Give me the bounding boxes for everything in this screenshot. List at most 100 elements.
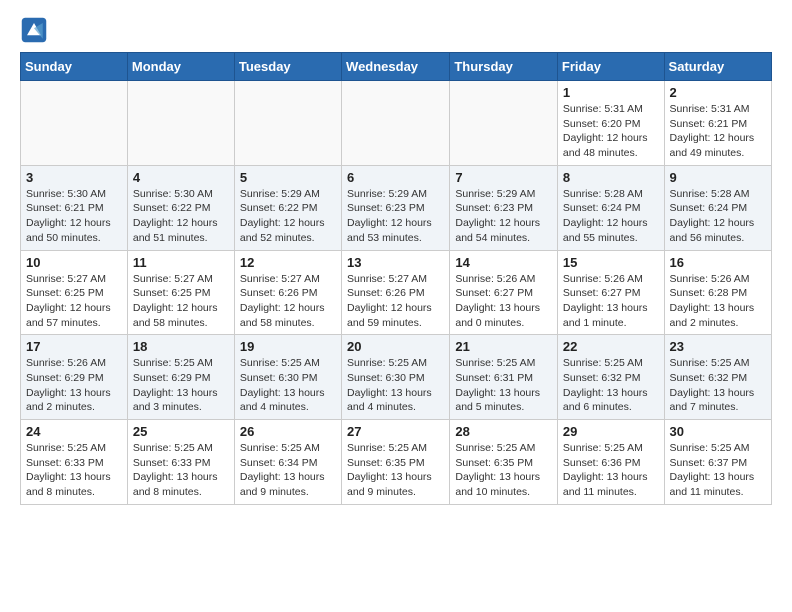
day-number: 22 (563, 339, 659, 354)
day-number: 11 (133, 255, 229, 270)
day-number: 6 (347, 170, 444, 185)
day-number: 27 (347, 424, 444, 439)
calendar-cell: 17 Sunrise: 5:26 AM Sunset: 6:29 PM Dayli… (21, 335, 128, 420)
calendar-cell: 9 Sunrise: 5:28 AM Sunset: 6:24 PM Daylig… (664, 165, 771, 250)
calendar-cell: 3 Sunrise: 5:30 AM Sunset: 6:21 PM Daylig… (21, 165, 128, 250)
calendar-cell (127, 81, 234, 166)
day-number: 20 (347, 339, 444, 354)
day-number: 29 (563, 424, 659, 439)
day-number: 25 (133, 424, 229, 439)
calendar-cell: 21 Sunrise: 5:25 AM Sunset: 6:31 PM Dayli… (450, 335, 558, 420)
day-info: Sunrise: 5:25 AM Sunset: 6:33 PM Dayligh… (26, 441, 122, 500)
day-number: 28 (455, 424, 552, 439)
calendar-cell: 19Sunrise: 5:25 AM Sunset: 6:30 PM Dayli… (234, 335, 341, 420)
calendar-cell: 20 Sunrise: 5:25 AM Sunset: 6:30 PM Dayli… (342, 335, 450, 420)
calendar-cell (21, 81, 128, 166)
calendar-cell: 4 Sunrise: 5:30 AM Sunset: 6:22 PM Daylig… (127, 165, 234, 250)
day-info: Sunrise: 5:25 AM Sunset: 6:30 PM Dayligh… (240, 356, 336, 415)
calendar-cell: 8 Sunrise: 5:28 AM Sunset: 6:24 PM Daylig… (557, 165, 664, 250)
day-info: Sunrise: 5:25 AM Sunset: 6:37 PM Dayligh… (670, 441, 766, 500)
weekday-header-friday: Friday (557, 53, 664, 81)
day-number: 2 (670, 85, 766, 100)
day-number: 17 (26, 339, 122, 354)
calendar-cell: 14 Sunrise: 5:26 AM Sunset: 6:27 PM Dayli… (450, 250, 558, 335)
day-info: Sunrise: 5:25 AM Sunset: 6:35 PM Dayligh… (347, 441, 444, 500)
weekday-header-row: SundayMondayTuesdayWednesdayThursdayFrid… (21, 53, 772, 81)
calendar-cell: 2 Sunrise: 5:31 AM Sunset: 6:21 PM Daylig… (664, 81, 771, 166)
calendar-cell: 29 Sunrise: 5:25 AM Sunset: 6:36 PM Dayli… (557, 420, 664, 505)
day-info: Sunrise: 5:25 AM Sunset: 6:35 PM Dayligh… (455, 441, 552, 500)
calendar-cell: 6 Sunrise: 5:29 AM Sunset: 6:23 PM Daylig… (342, 165, 450, 250)
calendar-cell: 12 Sunrise: 5:27 AM Sunset: 6:26 PM Dayli… (234, 250, 341, 335)
calendar-cell: 28 Sunrise: 5:25 AM Sunset: 6:35 PM Dayli… (450, 420, 558, 505)
calendar-week-row: 1Sunrise: 5:31 AM Sunset: 6:20 PM Daylig… (21, 81, 772, 166)
calendar-table: SundayMondayTuesdayWednesdayThursdayFrid… (20, 52, 772, 505)
day-info: Sunrise: 5:26 AM Sunset: 6:27 PM Dayligh… (563, 272, 659, 331)
calendar-cell: 1Sunrise: 5:31 AM Sunset: 6:20 PM Daylig… (557, 81, 664, 166)
day-number: 24 (26, 424, 122, 439)
calendar-cell: 22Sunrise: 5:25 AM Sunset: 6:32 PM Dayli… (557, 335, 664, 420)
day-info: Sunrise: 5:26 AM Sunset: 6:27 PM Dayligh… (455, 272, 552, 331)
day-info: Sunrise: 5:30 AM Sunset: 6:21 PM Dayligh… (26, 187, 122, 246)
calendar-cell (450, 81, 558, 166)
day-number: 10 (26, 255, 122, 270)
weekday-header-thursday: Thursday (450, 53, 558, 81)
calendar-week-row: 10 Sunrise: 5:27 AM Sunset: 6:25 PM Dayli… (21, 250, 772, 335)
day-info: Sunrise: 5:31 AM Sunset: 6:21 PM Dayligh… (670, 102, 766, 161)
calendar-week-row: 24 Sunrise: 5:25 AM Sunset: 6:33 PM Dayli… (21, 420, 772, 505)
day-number: 26 (240, 424, 336, 439)
calendar-cell: 10 Sunrise: 5:27 AM Sunset: 6:25 PM Dayli… (21, 250, 128, 335)
day-number: 3 (26, 170, 122, 185)
day-number: 14 (455, 255, 552, 270)
day-info: Sunrise: 5:28 AM Sunset: 6:24 PM Dayligh… (670, 187, 766, 246)
day-number: 9 (670, 170, 766, 185)
day-info: Sunrise: 5:25 AM Sunset: 6:29 PM Dayligh… (133, 356, 229, 415)
weekday-header-wednesday: Wednesday (342, 53, 450, 81)
calendar-cell: 27 Sunrise: 5:25 AM Sunset: 6:35 PM Dayli… (342, 420, 450, 505)
day-info: Sunrise: 5:25 AM Sunset: 6:30 PM Dayligh… (347, 356, 444, 415)
day-info: Sunrise: 5:29 AM Sunset: 6:23 PM Dayligh… (347, 187, 444, 246)
calendar-cell (234, 81, 341, 166)
day-info: Sunrise: 5:25 AM Sunset: 6:33 PM Dayligh… (133, 441, 229, 500)
day-number: 15 (563, 255, 659, 270)
day-info: Sunrise: 5:25 AM Sunset: 6:36 PM Dayligh… (563, 441, 659, 500)
day-info: Sunrise: 5:27 AM Sunset: 6:25 PM Dayligh… (26, 272, 122, 331)
day-info: Sunrise: 5:26 AM Sunset: 6:29 PM Dayligh… (26, 356, 122, 415)
day-info: Sunrise: 5:31 AM Sunset: 6:20 PM Dayligh… (563, 102, 659, 161)
day-number: 30 (670, 424, 766, 439)
day-number: 4 (133, 170, 229, 185)
day-number: 13 (347, 255, 444, 270)
calendar-cell: 5Sunrise: 5:29 AM Sunset: 6:22 PM Daylig… (234, 165, 341, 250)
calendar-cell: 16Sunrise: 5:26 AM Sunset: 6:28 PM Dayli… (664, 250, 771, 335)
day-info: Sunrise: 5:25 AM Sunset: 6:32 PM Dayligh… (670, 356, 766, 415)
calendar-week-row: 17 Sunrise: 5:26 AM Sunset: 6:29 PM Dayli… (21, 335, 772, 420)
day-number: 7 (455, 170, 552, 185)
calendar-cell: 24 Sunrise: 5:25 AM Sunset: 6:33 PM Dayli… (21, 420, 128, 505)
day-info: Sunrise: 5:26 AM Sunset: 6:28 PM Dayligh… (670, 272, 766, 331)
day-number: 8 (563, 170, 659, 185)
day-info: Sunrise: 5:29 AM Sunset: 6:22 PM Dayligh… (240, 187, 336, 246)
day-number: 23 (670, 339, 766, 354)
logo (20, 16, 52, 44)
logo-icon (20, 16, 48, 44)
calendar-week-row: 3 Sunrise: 5:30 AM Sunset: 6:21 PM Daylig… (21, 165, 772, 250)
day-number: 21 (455, 339, 552, 354)
day-info: Sunrise: 5:28 AM Sunset: 6:24 PM Dayligh… (563, 187, 659, 246)
day-info: Sunrise: 5:29 AM Sunset: 6:23 PM Dayligh… (455, 187, 552, 246)
day-info: Sunrise: 5:27 AM Sunset: 6:26 PM Dayligh… (240, 272, 336, 331)
day-info: Sunrise: 5:25 AM Sunset: 6:31 PM Dayligh… (455, 356, 552, 415)
calendar-cell: 23 Sunrise: 5:25 AM Sunset: 6:32 PM Dayli… (664, 335, 771, 420)
calendar-cell: 15 Sunrise: 5:26 AM Sunset: 6:27 PM Dayli… (557, 250, 664, 335)
header (20, 16, 772, 44)
calendar-cell: 26Sunrise: 5:25 AM Sunset: 6:34 PM Dayli… (234, 420, 341, 505)
weekday-header-monday: Monday (127, 53, 234, 81)
day-info: Sunrise: 5:30 AM Sunset: 6:22 PM Dayligh… (133, 187, 229, 246)
day-info: Sunrise: 5:27 AM Sunset: 6:25 PM Dayligh… (133, 272, 229, 331)
calendar-cell: 18 Sunrise: 5:25 AM Sunset: 6:29 PM Dayli… (127, 335, 234, 420)
day-number: 12 (240, 255, 336, 270)
weekday-header-tuesday: Tuesday (234, 53, 341, 81)
calendar-cell: 11 Sunrise: 5:27 AM Sunset: 6:25 PM Dayli… (127, 250, 234, 335)
calendar-cell: 7 Sunrise: 5:29 AM Sunset: 6:23 PM Daylig… (450, 165, 558, 250)
day-number: 18 (133, 339, 229, 354)
calendar-cell (342, 81, 450, 166)
